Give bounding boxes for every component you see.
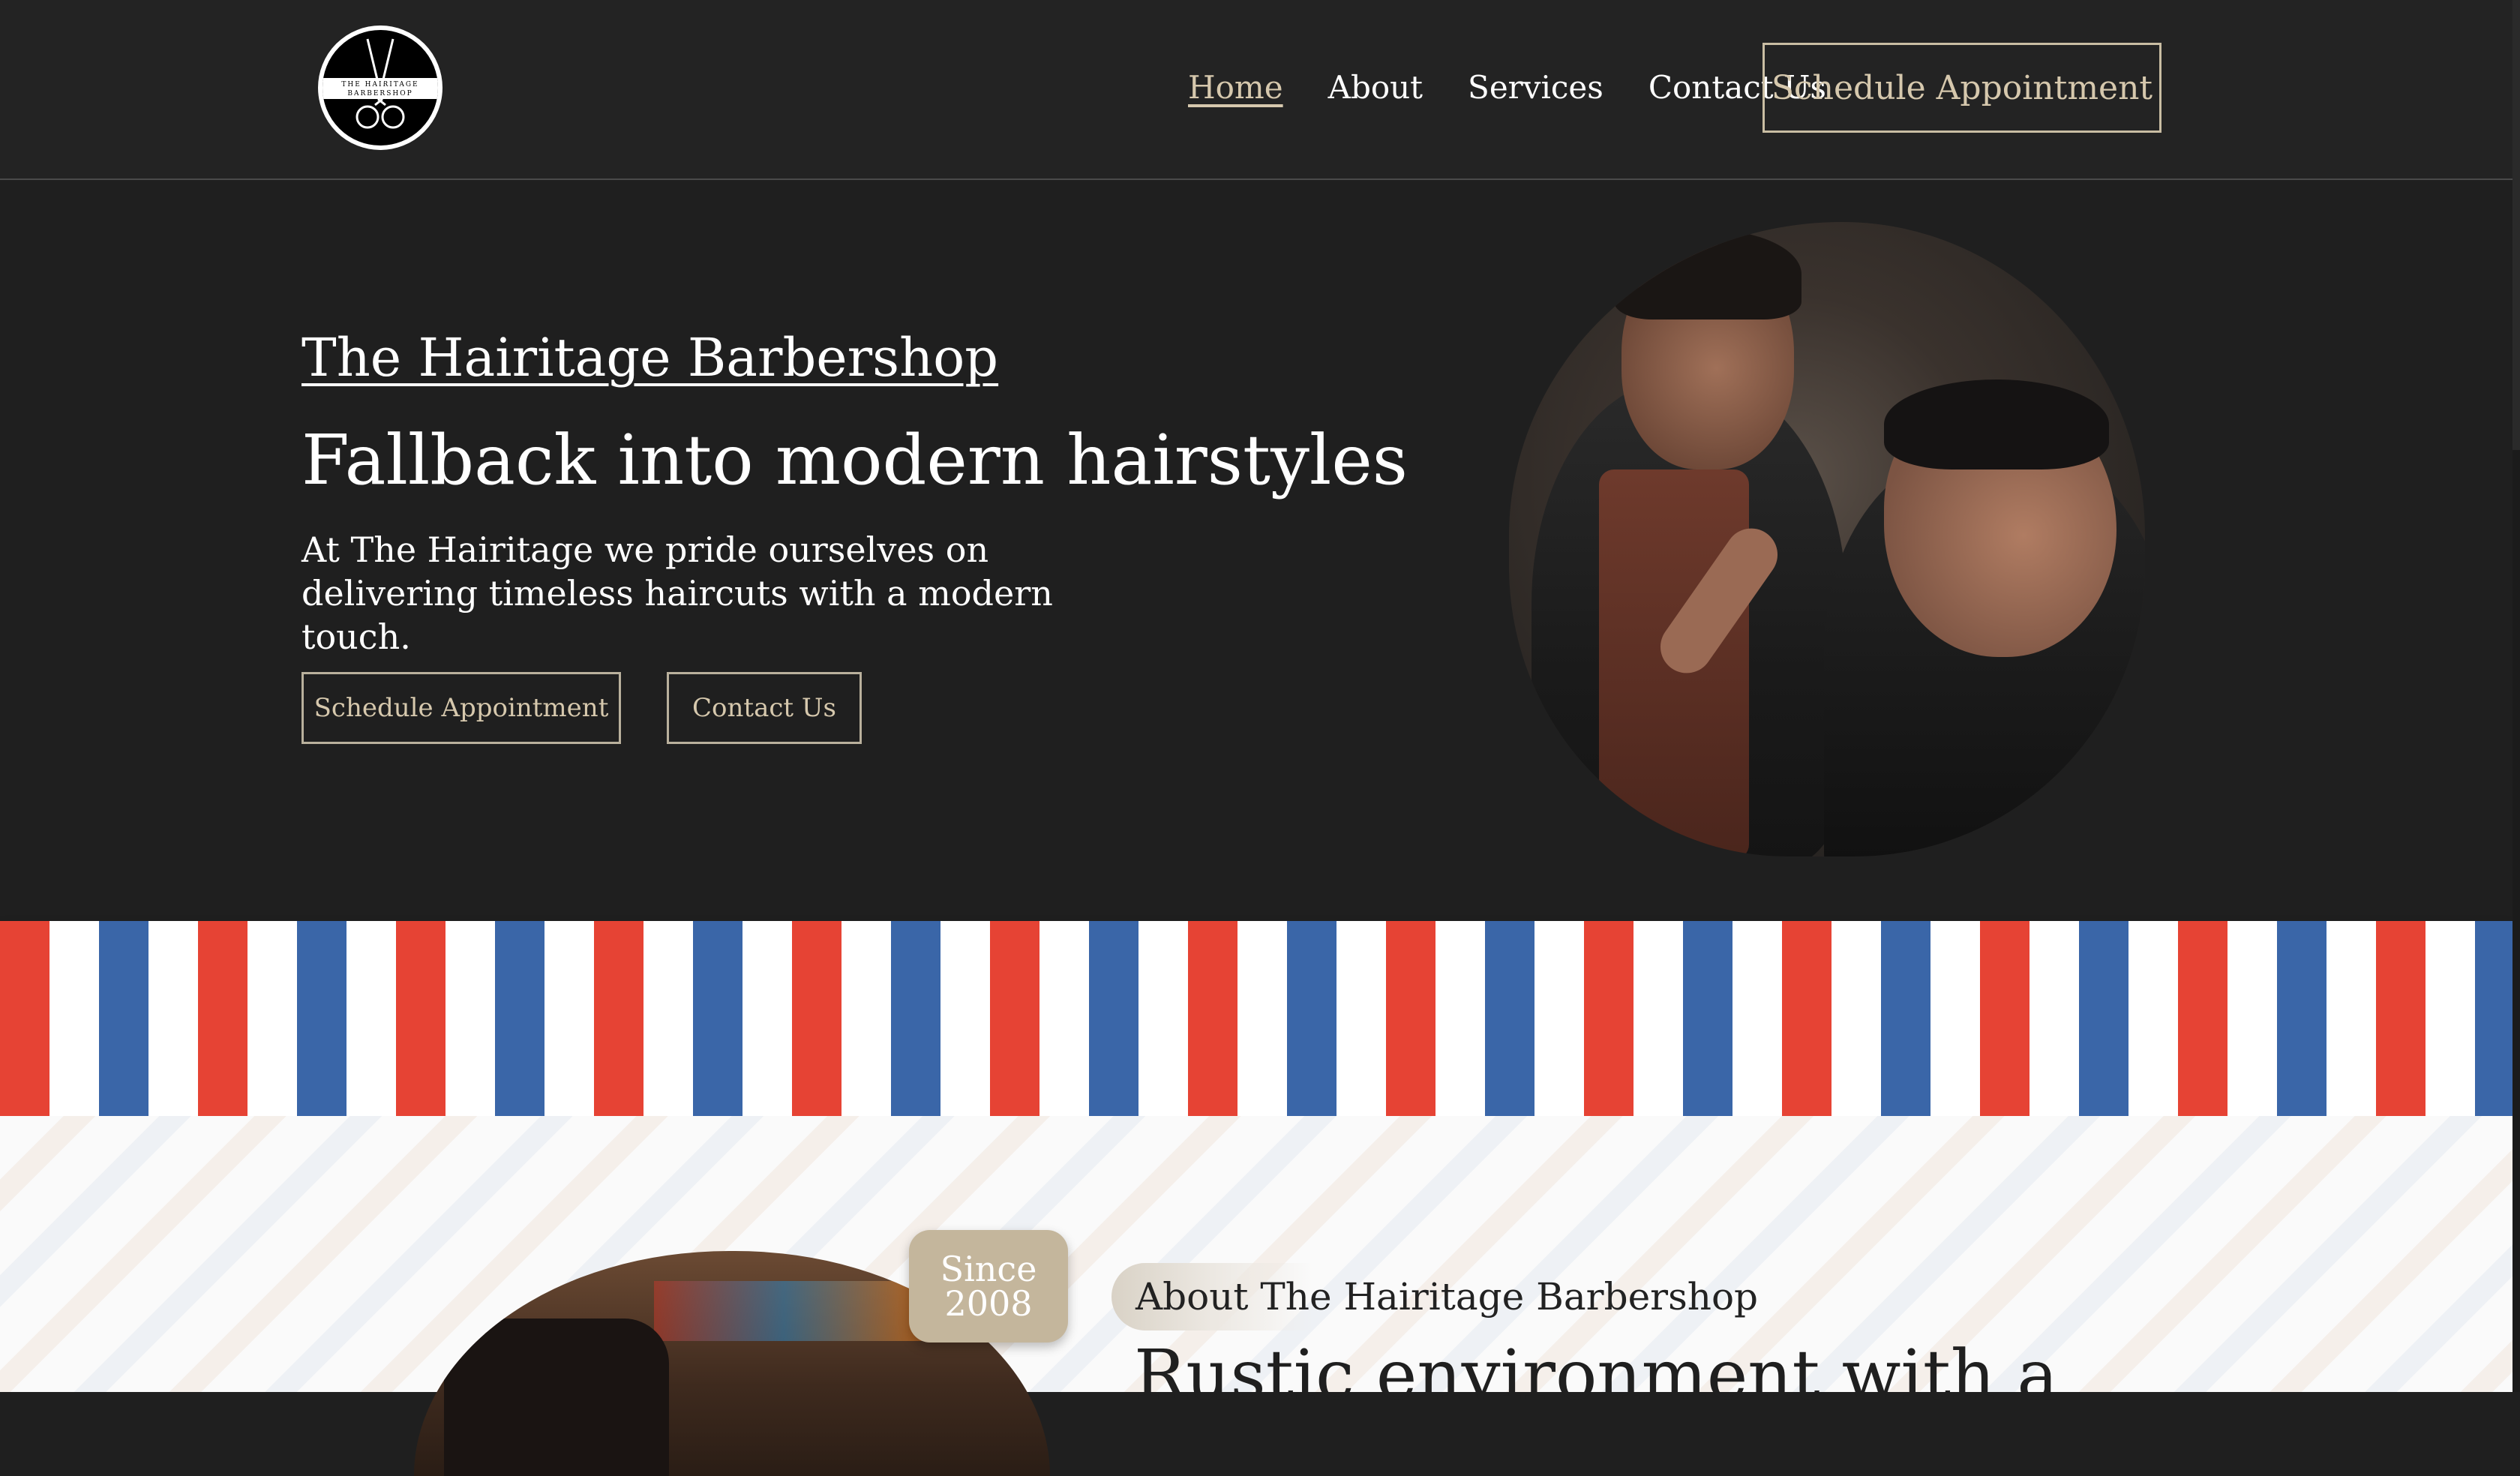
since-label: Since	[940, 1249, 1037, 1289]
scrollbar-thumb[interactable]	[2512, 0, 2520, 450]
hero-schedule-button[interactable]: Schedule Appointment	[302, 672, 621, 744]
nav-home-link[interactable]: Home	[1188, 69, 1283, 106]
since-year: 2008	[944, 1283, 1033, 1324]
site-header: THE HAIRITAGE BARBERSHOP Home About Serv…	[0, 0, 2512, 180]
barber-pole-stripe	[0, 921, 2512, 1116]
photo-barber-chair	[444, 1318, 669, 1476]
photo-barber-hair	[1614, 230, 1802, 320]
hero-barber-photo	[1509, 222, 2145, 856]
hero-title: Fallback into modern hairstyles	[302, 420, 1408, 500]
barbershop-logo[interactable]: THE HAIRITAGE BARBERSHOP	[318, 26, 442, 150]
nav-about-link[interactable]: About	[1328, 69, 1423, 106]
about-eyebrow: About The Hairitage Barbershop	[1112, 1263, 1784, 1330]
scissors-icon	[356, 38, 405, 129]
hero-brand-link[interactable]: The Hairitage Barbershop	[302, 327, 998, 388]
photo-client-hair	[1884, 380, 2109, 470]
about-title: Rustic environment with a	[1134, 1335, 2059, 1415]
page-scrollbar[interactable]	[2512, 0, 2520, 1392]
header-schedule-button[interactable]: Schedule Appointment	[1762, 43, 2162, 133]
hero-description: At The Hairitage we pride ourselves on d…	[302, 530, 1053, 657]
nav-services-link[interactable]: Services	[1468, 69, 1604, 106]
hero-contact-button[interactable]: Contact Us	[667, 672, 862, 744]
since-badge: Since 2008	[909, 1230, 1068, 1342]
main-nav: Home About Services Contact Us	[1188, 69, 1826, 106]
